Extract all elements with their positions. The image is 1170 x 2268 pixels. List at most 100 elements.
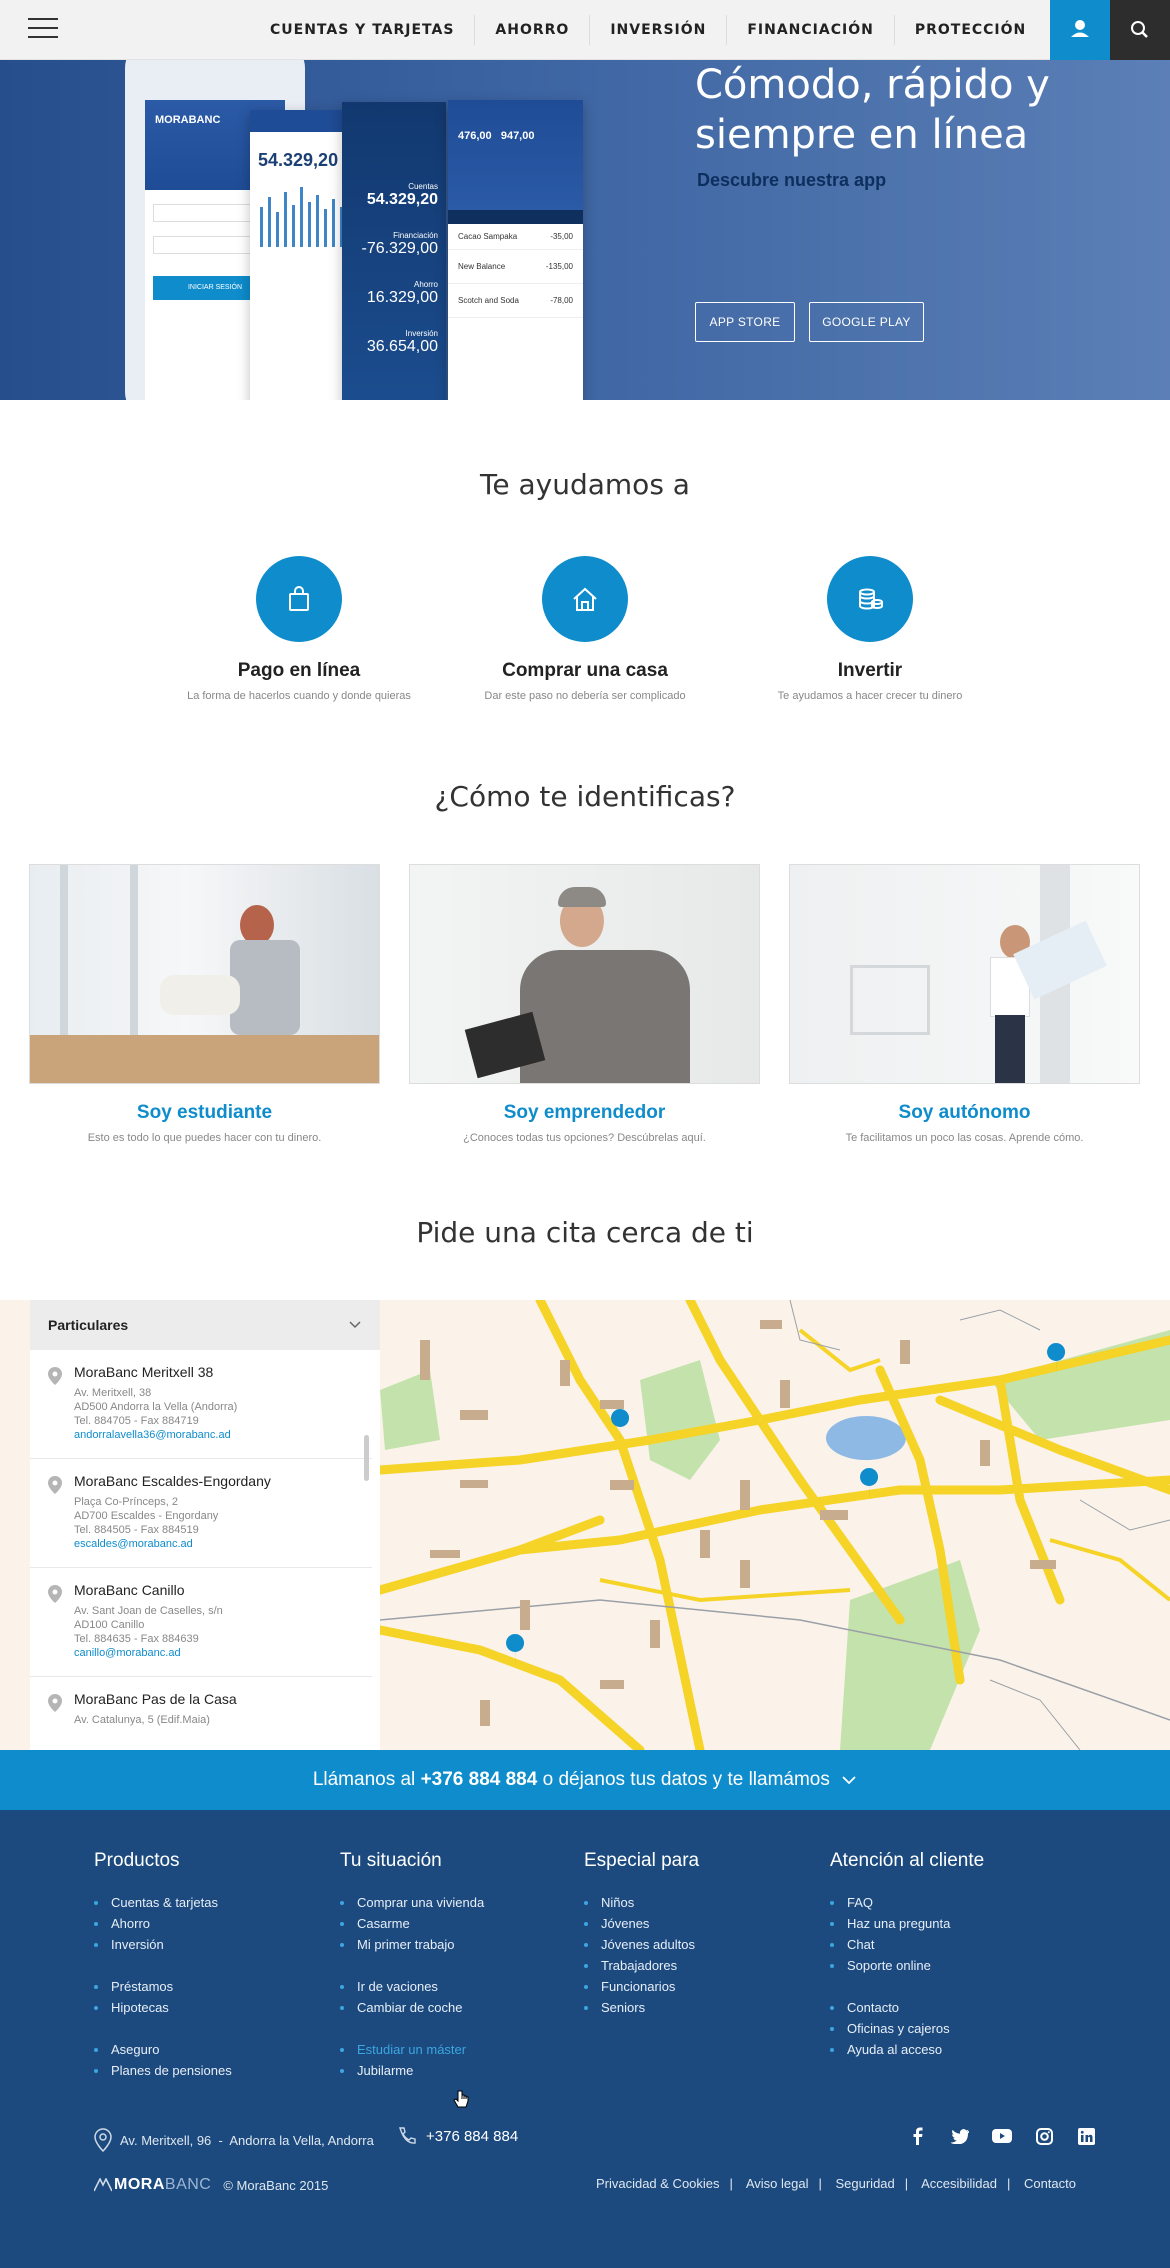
persona-emprendedor[interactable]: Soy emprendedor ¿Conoces todas tus opcio… [409, 864, 760, 1144]
linkedin-icon[interactable] [1076, 2126, 1096, 2146]
phone-icon [399, 2127, 416, 2144]
office-email[interactable]: canillo@morabanc.ad [74, 1646, 354, 1660]
office-item[interactable]: MoraBanc Canillo Av. Sant Joan de Casell… [30, 1568, 372, 1677]
mock-inversion-label: Inversión [405, 329, 438, 338]
footer-col-especial: Especial para Niños Jóvenes Jóvenes adul… [584, 1850, 699, 2018]
footer-logo: MORABANC © MoraBanc 2015 [94, 2176, 328, 2194]
help-item-invertir[interactable]: Invertir Te ayudamos a hacer crecer tu d… [720, 556, 1020, 702]
footer-link[interactable]: Ir de vaciones [340, 1976, 484, 1997]
mock-top-b: 947,00 [500, 130, 535, 142]
help-desc: Te ayudamos a hacer crecer tu dinero [777, 690, 963, 702]
legal-aviso[interactable]: Aviso legal [746, 2176, 809, 2191]
app-store-button[interactable]: APP STORE [695, 302, 795, 342]
user-button[interactable] [1050, 0, 1110, 60]
footer-link[interactable]: Casarme [340, 1913, 484, 1934]
nav-proteccion[interactable]: PROTECCIÓN [893, 15, 1046, 45]
office-type-select[interactable]: Particulares [30, 1300, 380, 1350]
twitter-icon[interactable] [950, 2126, 970, 2146]
office-item[interactable]: MoraBanc Pas de la Casa Av. Catalunya, 5… [30, 1677, 372, 1743]
office-address: Av. Meritxell, 38 [74, 1387, 152, 1399]
legal-seguridad[interactable]: Seguridad [835, 2176, 894, 2191]
mock-top-a: 476,00 [458, 130, 492, 142]
office-address: Av. Catalunya, 5 (Edif.Maia) [74, 1714, 210, 1726]
search-button[interactable] [1110, 0, 1170, 60]
help-item-casa[interactable]: Comprar una casa Dar este paso no deberí… [435, 556, 735, 702]
footer-link[interactable]: Trabajadores [584, 1955, 699, 1976]
nav-financiacion[interactable]: FINANCIACIÓN [726, 15, 893, 45]
logo-mora: MORA [114, 2176, 165, 2193]
hero-subtitle: Descubre nuestra app [697, 170, 887, 190]
office-city: AD500 Andorra la Vella (Andorra) [74, 1401, 238, 1413]
footer-link[interactable]: Oficinas y cajeros [830, 2018, 984, 2039]
help-desc: Dar este paso no debería ser complicado [484, 690, 686, 702]
office-phone: Tel. 884635 - Fax 884639 [74, 1633, 199, 1645]
address-text: Av. Meritxell, 96 - Andorra la Vella, An… [120, 2132, 374, 2148]
footer-link[interactable]: Haz una pregunta [830, 1913, 984, 1934]
footer-link[interactable]: Seniors [584, 1997, 699, 2018]
instagram-icon[interactable] [1034, 2126, 1054, 2146]
footer-link[interactable]: Cuentas & tarjetas [94, 1892, 232, 1913]
footer-link[interactable]: Soporte online [830, 1955, 984, 1976]
footer-link[interactable]: Contacto [830, 1997, 984, 2018]
footer-link[interactable]: Jóvenes [584, 1913, 699, 1934]
footer-link[interactable]: Mi primer trabajo [340, 1934, 484, 1955]
footer-link[interactable]: Jubilarme [340, 2060, 484, 2081]
footer-link[interactable]: Préstamos [94, 1976, 232, 1997]
footer-link[interactable]: Hipotecas [94, 1997, 232, 2018]
nav-cuentas-tarjetas[interactable]: CUENTAS Y TARJETAS [250, 15, 474, 45]
office-name: MoraBanc Meritxell 38 [74, 1364, 214, 1380]
footer-link[interactable]: Inversión [94, 1934, 232, 1955]
shopping-bag-icon [289, 586, 309, 611]
footer-link[interactable]: Chat [830, 1934, 984, 1955]
footer-link[interactable]: FAQ [830, 1892, 984, 1913]
persona-estudiante[interactable]: Soy estudiante Esto es todo lo que puede… [29, 864, 380, 1144]
location-pin-icon [48, 1476, 62, 1494]
logo-banc: BANC [164, 2176, 212, 2193]
menu-icon[interactable] [28, 18, 60, 42]
persona-autonomo[interactable]: Soy autónomo Te facilitamos un poco las … [789, 864, 1140, 1144]
footer-link[interactable]: Funcionarios [584, 1976, 699, 1997]
legal-contacto[interactable]: Contacto [1024, 2176, 1076, 2191]
mock-tx-name: New Balance [458, 262, 506, 271]
footer-phone[interactable]: +376 884 884 [396, 2126, 518, 2146]
persona-name: Soy autónomo [898, 1102, 1031, 1123]
call-post: o déjanos tus datos y te llamámos [537, 1769, 830, 1790]
footer-link[interactable]: Comprar una vivienda [340, 1892, 484, 1913]
hand-cursor-icon [453, 2090, 469, 2108]
footer-link[interactable]: Ayuda al acceso [830, 2039, 984, 2060]
help-item-pago[interactable]: Pago en línea La forma de hacerlos cuand… [149, 556, 449, 702]
footer-link[interactable]: Niños [584, 1892, 699, 1913]
mock-tx-amount: -35,00 [550, 232, 573, 241]
mock-financiacion-value: -76.329,00 [361, 240, 438, 257]
nav-inversion[interactable]: INVERSIÓN [589, 15, 726, 45]
legal-privacy[interactable]: Privacidad & Cookies [596, 2176, 720, 2191]
persona-name: Soy emprendedor [503, 1102, 666, 1123]
mock-screen-transactions: 476,00 947,00 Cacao Sampaka -35,00 New Ba… [448, 100, 583, 400]
footer-col-productos: Productos Cuentas & tarjetas Ahorro Inve… [94, 1850, 232, 2081]
footer-col-title: Productos [94, 1850, 180, 1871]
footer-link[interactable]: Jóvenes adultos [584, 1934, 699, 1955]
footer-link[interactable]: Planes de pensiones [94, 2060, 232, 2081]
location-pin-icon [48, 1367, 62, 1385]
office-list-scrollbar[interactable] [364, 1435, 369, 1481]
google-play-button[interactable]: GOOGLE PLAY [809, 302, 924, 342]
office-item[interactable]: MoraBanc Meritxell 38 Av. Meritxell, 38 … [30, 1350, 372, 1459]
select-label: Particulares [48, 1317, 129, 1333]
youtube-icon[interactable] [992, 2126, 1012, 2146]
footer-link[interactable]: Aseguro [94, 2039, 232, 2060]
footer-link[interactable]: Cambiar de coche [340, 1997, 484, 2018]
legal-accesibilidad[interactable]: Accesibilidad [921, 2176, 997, 2191]
office-item[interactable]: MoraBanc Escaldes-Engordany Plaça Co-Prí… [30, 1459, 372, 1568]
morabanc-logo-icon [94, 2178, 112, 2192]
footer-link-hovered[interactable]: Estudiar un máster [340, 2039, 484, 2060]
office-city: AD100 Canillo [74, 1619, 145, 1631]
office-email[interactable]: escaldes@morabanc.ad [74, 1537, 354, 1551]
office-phone: Tel. 884705 - Fax 884719 [74, 1415, 199, 1427]
office-email[interactable]: andorralavella36@morabanc.ad [74, 1428, 354, 1442]
call-bar[interactable]: Llámanos al +376 884 884 o déjanos tus d… [0, 1750, 1170, 1810]
nav-ahorro[interactable]: AHORRO [474, 15, 589, 45]
mock-cuentas-value: 54.329,20 [366, 191, 438, 208]
facebook-icon[interactable] [908, 2126, 928, 2146]
footer-link[interactable]: Ahorro [94, 1913, 232, 1934]
footer-col-atencion: Atención al cliente FAQ Haz una pregunta… [830, 1850, 984, 2060]
